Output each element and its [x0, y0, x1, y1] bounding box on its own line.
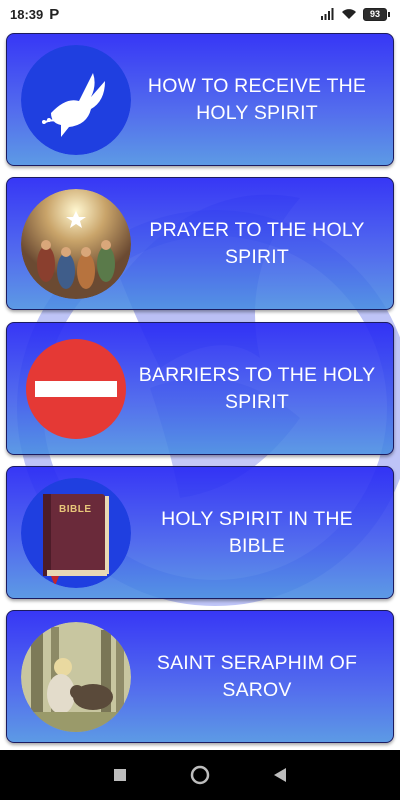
- pentecost-painting: [21, 189, 131, 299]
- card-label: HOW TO RECEIVE THE HOLY SPIRIT: [147, 75, 367, 124]
- battery-icon: 93: [363, 7, 390, 21]
- dove-icon: [21, 45, 131, 155]
- bible-book-icon: BIBLE: [21, 478, 131, 588]
- home-circle-icon[interactable]: [180, 755, 220, 795]
- card-prayer-holy-spirit[interactable]: PRAYER TO THE HOLY SPIRIT: [6, 177, 394, 310]
- bible-book-text: BIBLE: [59, 504, 92, 515]
- wifi-icon: [342, 9, 356, 19]
- topic-list: HOW TO RECEIVE THE HOLY SPIRIT PRAYER TO…: [0, 28, 400, 750]
- signal-icon: [321, 8, 334, 20]
- recents-square-icon[interactable]: [100, 755, 140, 795]
- card-holy-spirit-bible[interactable]: BIBLE HOLY SPIRIT IN THE BIBLE: [6, 466, 394, 599]
- navigation-bar: [0, 750, 400, 800]
- back-triangle-icon[interactable]: [260, 755, 300, 795]
- status-icons: 93: [321, 7, 390, 21]
- card-barriers-holy-spirit[interactable]: BARRIERS TO THE HOLY SPIRIT: [6, 322, 394, 455]
- parking-p-icon: P: [49, 5, 60, 23]
- status-bar: 18:39 P 93: [0, 0, 400, 28]
- card-saint-seraphim[interactable]: SAINT SERAPHIM OF SAROV: [6, 610, 394, 743]
- card-label: PRAYER TO THE HOLY SPIRIT: [149, 219, 365, 268]
- card-label: BARRIERS TO THE HOLY SPIRIT: [138, 364, 376, 413]
- status-time: 18:39: [10, 6, 44, 22]
- card-label: HOLY SPIRIT IN THE BIBLE: [161, 508, 353, 557]
- battery-level: 93: [369, 9, 380, 19]
- card-label: SAINT SERAPHIM OF SAROV: [156, 652, 358, 701]
- no-entry-icon: [21, 334, 131, 444]
- saint-seraphim-painting: [21, 622, 131, 732]
- card-receive-holy-spirit[interactable]: HOW TO RECEIVE THE HOLY SPIRIT: [6, 33, 394, 166]
